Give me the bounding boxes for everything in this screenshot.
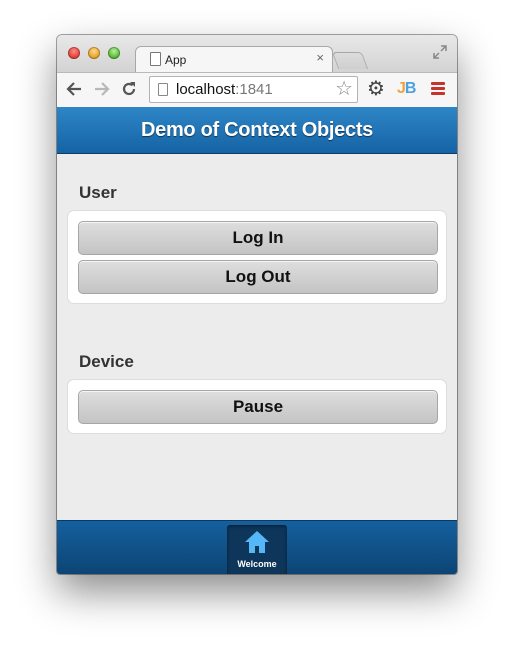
home-icon — [244, 530, 270, 554]
logout-button[interactable]: Log Out — [78, 260, 438, 294]
tab-label: Welcome — [237, 559, 277, 569]
reload-icon[interactable] — [120, 80, 138, 98]
address-bar[interactable]: localhost:1841 ☆ — [149, 76, 358, 103]
login-button[interactable]: Log In — [78, 221, 438, 255]
gear-icon[interactable]: ⚙ — [367, 79, 385, 99]
pause-button[interactable]: Pause — [78, 390, 438, 424]
window-minimize-button[interactable] — [88, 47, 100, 59]
device-button-group: Pause — [67, 379, 447, 434]
arrow-left-icon[interactable] — [65, 80, 83, 98]
tab-welcome[interactable]: Welcome — [227, 525, 287, 574]
browser-toolbar: localhost:1841 ☆ ⚙ JB — [57, 72, 457, 108]
tab-title: App — [165, 53, 187, 67]
page-icon — [150, 52, 161, 66]
star-icon[interactable]: ☆ — [335, 79, 353, 99]
hamburger-menu-icon[interactable] — [431, 82, 445, 95]
user-button-group: Log In Log Out — [67, 210, 447, 304]
new-tab-button[interactable] — [331, 52, 369, 69]
window-close-button[interactable] — [68, 47, 80, 59]
window-maximize-button[interactable] — [108, 47, 120, 59]
browser-window: App × localhost:1841 ☆ ⚙ JB Demo of Cont… — [57, 35, 457, 574]
page-icon — [158, 83, 168, 96]
jb-extension-icon[interactable]: JB — [397, 80, 416, 98]
tab-close-icon[interactable]: × — [316, 50, 324, 65]
device-section-title: Device — [79, 352, 134, 371]
browser-tab[interactable]: App × — [135, 46, 333, 73]
main-content: User Log In Log Out Device Pause — [57, 154, 457, 520]
tab-strip: App × — [57, 35, 457, 73]
page-title: Demo of Context Objects — [140, 119, 374, 141]
url-text[interactable]: localhost:1841 — [176, 81, 273, 98]
user-section-title: User — [79, 183, 117, 202]
tab-bar: Welcome — [57, 520, 457, 574]
fullscreen-icon[interactable] — [433, 45, 447, 59]
arrow-right-icon[interactable] — [93, 80, 111, 98]
app-header: Demo of Context Objects — [57, 107, 457, 154]
